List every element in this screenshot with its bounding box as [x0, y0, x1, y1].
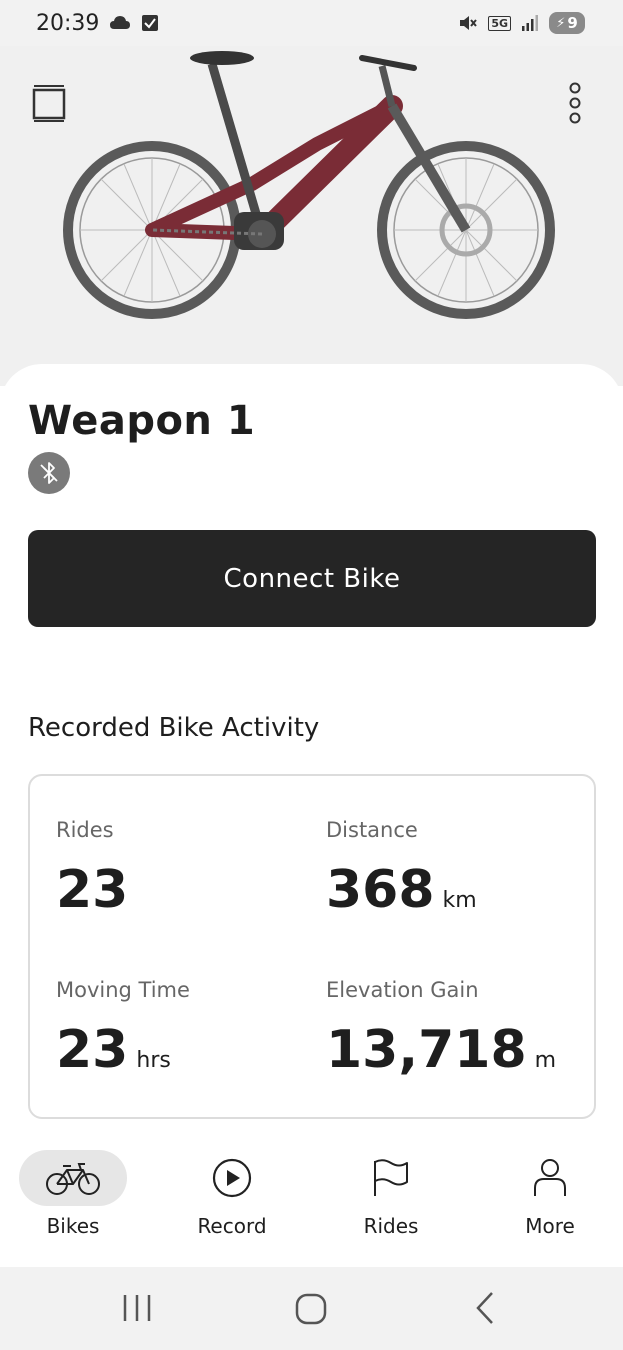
nav-icon-container	[178, 1150, 286, 1206]
nav-item-bikes[interactable]: Bikes	[13, 1150, 133, 1260]
bike-hero	[0, 46, 623, 386]
bike-icon	[46, 1163, 100, 1195]
stat-unit: m	[534, 1048, 557, 1073]
status-time: 20:39	[36, 10, 100, 36]
nav-label: Record	[197, 1214, 267, 1238]
stat-value: 23	[56, 1020, 129, 1080]
system-nav-bar	[0, 1267, 623, 1350]
stat-value: 13,718	[326, 1020, 527, 1080]
home-icon[interactable]	[289, 1287, 333, 1331]
stat-distance: Distance 368 km	[326, 818, 477, 920]
back-icon[interactable]	[464, 1287, 508, 1331]
recents-icon[interactable]	[115, 1287, 159, 1331]
play-circle-icon	[212, 1158, 252, 1198]
stat-unit: hrs	[136, 1048, 171, 1073]
activity-section-title: Recorded Bike Activity	[28, 713, 320, 743]
red-emtb-bike-image	[63, 51, 555, 319]
nav-item-record[interactable]: Record	[172, 1150, 292, 1260]
nav-item-rides[interactable]: Rides	[331, 1150, 451, 1260]
stat-label: Distance	[326, 818, 418, 842]
layers-icon[interactable]	[32, 84, 66, 122]
stat-value: 23	[56, 860, 129, 920]
cloud-icon	[110, 16, 131, 29]
stat-rides: Rides 23	[56, 818, 128, 920]
nav-label: Bikes	[46, 1214, 100, 1238]
nav-label: Rides	[363, 1214, 419, 1238]
stat-moving-time: Moving Time 23 hrs	[56, 978, 190, 1080]
activity-stats-card: Rides 23 Distance 368 km Moving Time 23 …	[28, 774, 596, 1119]
stat-label: Moving Time	[56, 978, 190, 1002]
bluetooth-disabled-icon	[28, 452, 70, 494]
stat-elevation-gain: Elevation Gain 13,718 m	[326, 978, 556, 1080]
battery-charging-icon: ⚡ 9	[549, 12, 585, 34]
person-icon	[534, 1159, 566, 1196]
nav-active-indicator	[19, 1150, 127, 1206]
signal-icon	[522, 15, 538, 31]
mute-icon	[460, 16, 478, 30]
nav-item-more[interactable]: More	[490, 1150, 610, 1260]
bottom-nav: Bikes Record Rides More	[0, 1140, 623, 1267]
network-type: 5G	[488, 15, 511, 31]
bike-name: Weapon 1	[28, 398, 256, 444]
battery-level: 9	[567, 14, 578, 32]
stat-unit: km	[442, 888, 477, 913]
stat-label: Rides	[56, 818, 114, 842]
flag-icon	[374, 1159, 408, 1196]
connect-bike-button[interactable]: Connect Bike	[28, 530, 596, 627]
stat-value: 368	[326, 860, 435, 920]
nav-icon-container	[337, 1150, 445, 1206]
nav-icon-container	[496, 1150, 604, 1206]
status-bar: 20:39 5G ⚡ 9	[0, 0, 623, 46]
check-box-icon	[142, 15, 159, 31]
nav-label: More	[525, 1214, 575, 1238]
stat-label: Elevation Gain	[326, 978, 479, 1002]
vertical-dots-icon[interactable]	[564, 82, 586, 124]
